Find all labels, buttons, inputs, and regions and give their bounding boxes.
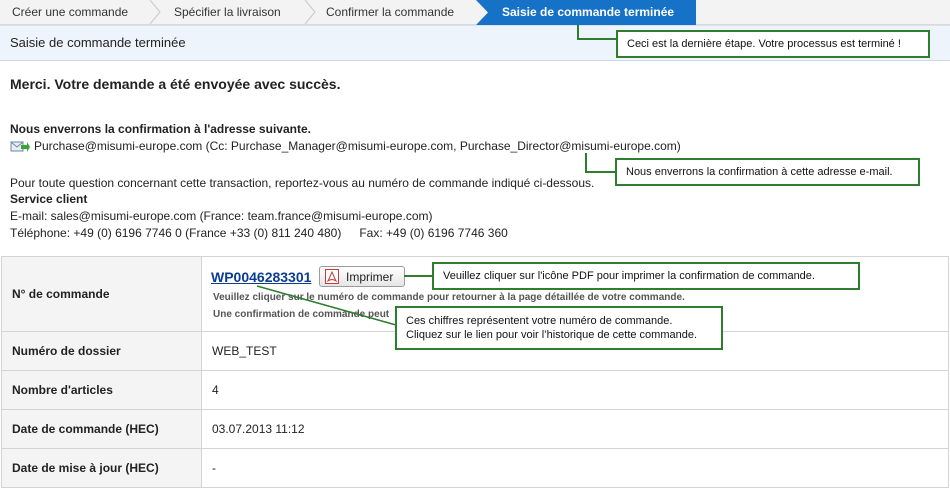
row-value: 4 xyxy=(201,370,949,410)
page-title: Saisie de commande terminée xyxy=(10,35,186,50)
table-row: Date de mise à jour (HEC) - xyxy=(1,448,949,488)
order-hint: Veuillez cliquer sur le numéro de comman… xyxy=(213,292,685,303)
callout-connector xyxy=(404,275,434,277)
step-label: Saisie de commande terminée xyxy=(502,5,675,19)
step-confirm: Confirmer la commande xyxy=(314,0,474,24)
order-hint-truncated: Une confirmation de commande peut xyxy=(213,309,390,320)
service-phone-line: Téléphone: +49 (0) 6196 7746 0 (France +… xyxy=(10,226,508,240)
print-button[interactable]: Imprimer xyxy=(319,266,405,287)
step-completed: Saisie de commande terminée xyxy=(476,0,696,25)
callout-text: Nous enverrons la confirmation à cette a… xyxy=(626,166,893,178)
step-separator xyxy=(149,0,161,24)
callout-email: Nous enverrons la confirmation à cette a… xyxy=(615,158,920,186)
success-message: Merci. Votre demande a été envoyée avec … xyxy=(10,76,341,92)
callout-text: Cliquez sur le lien pour voir l’historiq… xyxy=(406,329,698,341)
step-create-order: Créer une commande xyxy=(0,0,152,24)
callout-text: Ceci est la dernière étape. Votre proces… xyxy=(627,38,901,50)
callout-connector xyxy=(577,25,579,39)
callout-order-number: Ces chiffres représentent votre numéro d… xyxy=(395,306,723,350)
service-email: E-mail: sales@misumi-europe.com (France:… xyxy=(10,209,433,223)
step-label: Spécifier la livraison xyxy=(174,5,281,19)
pdf-icon xyxy=(325,269,339,284)
callout-text: Ces chiffres représentent votre numéro d… xyxy=(406,315,673,327)
row-label: Nombre d'articles xyxy=(1,370,202,410)
mail-forward-icon xyxy=(10,141,30,152)
confirmation-title: Nous enverrons la confirmation à l'adres… xyxy=(10,122,311,136)
service-fax: Fax: +49 (0) 6196 7746 360 xyxy=(359,226,508,240)
question-text: Pour toute question concernant cette tra… xyxy=(10,176,595,190)
step-active-arrow xyxy=(476,0,488,25)
callout-connector xyxy=(585,171,616,173)
row-value: 03.07.2013 11:12 xyxy=(201,409,949,449)
row-value: - xyxy=(201,448,949,488)
table-row: Date de commande (HEC) 03.07.2013 11:12 xyxy=(1,409,949,449)
step-delivery: Spécifier la livraison xyxy=(162,0,312,24)
row-label: Date de commande (HEC) xyxy=(1,409,202,449)
callout-text: Veuillez cliquer sur l'icône PDF pour im… xyxy=(443,270,815,282)
step-bar: Créer une commande Spécifier la livraiso… xyxy=(0,0,950,25)
row-label: Date de mise à jour (HEC) xyxy=(1,448,202,488)
service-phone: Téléphone: +49 (0) 6196 7746 0 (France +… xyxy=(10,226,342,240)
callout-last-step: Ceci est la dernière étape. Votre proces… xyxy=(616,30,930,58)
order-number-label: N° de commande xyxy=(1,256,202,332)
row-label: Numéro de dossier xyxy=(1,331,202,371)
confirmation-email: Purchase@misumi-europe.com (Cc: Purchase… xyxy=(34,139,681,153)
table-row: Nombre d'articles 4 xyxy=(1,370,949,410)
callout-pdf: Veuillez cliquer sur l'icône PDF pour im… xyxy=(432,262,860,290)
callout-connector xyxy=(585,153,587,173)
order-info-table: N° de commande Numéro de dossier WEB_TES… xyxy=(1,256,949,488)
step-label: Confirmer la commande xyxy=(326,5,455,19)
callout-connector xyxy=(577,38,617,40)
order-number-link[interactable]: WP0046283301 xyxy=(211,269,311,285)
step-label: Créer une commande xyxy=(12,5,129,19)
confirmation-email-line: Purchase@misumi-europe.com (Cc: Purchase… xyxy=(10,139,681,153)
print-button-label: Imprimer xyxy=(346,269,394,284)
service-title: Service client xyxy=(10,192,88,206)
